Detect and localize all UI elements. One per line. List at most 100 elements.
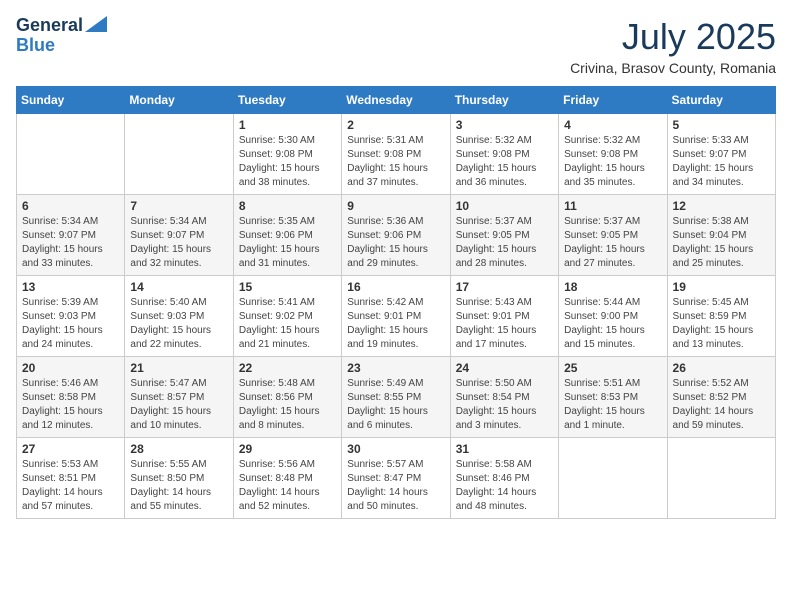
day-number: 17 (456, 280, 553, 294)
logo-blue: Blue (16, 36, 55, 56)
day-number: 14 (130, 280, 227, 294)
day-info: Sunrise: 5:35 AM Sunset: 9:06 PM Dayligh… (239, 215, 336, 271)
weekday-header-sunday: Sunday (17, 87, 125, 114)
day-number: 31 (456, 442, 553, 456)
calendar-cell: 14 Sunrise: 5:40 AM Sunset: 9:03 PM Dayli… (125, 276, 233, 357)
calendar-cell (125, 114, 233, 195)
calendar-cell: 27 Sunrise: 5:53 AM Sunset: 8:51 PM Dayli… (17, 438, 125, 519)
calendar-cell: 20 Sunrise: 5:46 AM Sunset: 8:58 PM Dayli… (17, 357, 125, 438)
calendar-cell: 13 Sunrise: 5:39 AM Sunset: 9:03 PM Dayli… (17, 276, 125, 357)
day-info: Sunrise: 5:38 AM Sunset: 9:04 PM Dayligh… (673, 215, 770, 271)
page-header: General Blue July 2025 Crivina, Brasov C… (16, 16, 776, 76)
day-info: Sunrise: 5:34 AM Sunset: 9:07 PM Dayligh… (22, 215, 119, 271)
day-number: 13 (22, 280, 119, 294)
calendar-cell (17, 114, 125, 195)
calendar-cell (559, 438, 667, 519)
month-year-title: July 2025 (570, 16, 776, 58)
calendar-cell: 2Sunrise: 5:31 AM Sunset: 9:08 PM Daylig… (342, 114, 450, 195)
day-number: 20 (22, 361, 119, 375)
day-number: 15 (239, 280, 336, 294)
weekday-header-wednesday: Wednesday (342, 87, 450, 114)
calendar-cell: 15 Sunrise: 5:41 AM Sunset: 9:02 PM Dayli… (233, 276, 341, 357)
calendar-cell: 25 Sunrise: 5:51 AM Sunset: 8:53 PM Dayli… (559, 357, 667, 438)
day-info: Sunrise: 5:53 AM Sunset: 8:51 PM Dayligh… (22, 458, 119, 514)
day-info: Sunrise: 5:30 AM Sunset: 9:08 PM Dayligh… (239, 134, 336, 190)
calendar-cell: 4 Sunrise: 5:32 AM Sunset: 9:08 PM Daylig… (559, 114, 667, 195)
day-number: 16 (347, 280, 444, 294)
day-number: 24 (456, 361, 553, 375)
logo-icon (85, 16, 107, 32)
day-number: 18 (564, 280, 661, 294)
calendar-cell: 9Sunrise: 5:36 AM Sunset: 9:06 PM Daylig… (342, 195, 450, 276)
day-number: 22 (239, 361, 336, 375)
day-info: Sunrise: 5:49 AM Sunset: 8:55 PM Dayligh… (347, 377, 444, 433)
day-number: 28 (130, 442, 227, 456)
day-info: Sunrise: 5:40 AM Sunset: 9:03 PM Dayligh… (130, 296, 227, 352)
calendar-cell: 22 Sunrise: 5:48 AM Sunset: 8:56 PM Dayli… (233, 357, 341, 438)
day-info: Sunrise: 5:33 AM Sunset: 9:07 PM Dayligh… (673, 134, 770, 190)
calendar-table: SundayMondayTuesdayWednesdayThursdayFrid… (16, 86, 776, 519)
calendar-cell: 17 Sunrise: 5:43 AM Sunset: 9:01 PM Dayli… (450, 276, 558, 357)
calendar-cell: 11Sunrise: 5:37 AM Sunset: 9:05 PM Dayli… (559, 195, 667, 276)
day-info: Sunrise: 5:32 AM Sunset: 9:08 PM Dayligh… (456, 134, 553, 190)
day-number: 7 (130, 199, 227, 213)
day-number: 4 (564, 118, 661, 132)
day-number: 2 (347, 118, 444, 132)
calendar-cell: 3 Sunrise: 5:32 AM Sunset: 9:08 PM Daylig… (450, 114, 558, 195)
logo-general: General (16, 16, 83, 36)
logo: General Blue (16, 16, 107, 56)
day-info: Sunrise: 5:44 AM Sunset: 9:00 PM Dayligh… (564, 296, 661, 352)
day-number: 29 (239, 442, 336, 456)
calendar-cell: 18 Sunrise: 5:44 AM Sunset: 9:00 PM Dayli… (559, 276, 667, 357)
day-number: 10 (456, 199, 553, 213)
day-info: Sunrise: 5:56 AM Sunset: 8:48 PM Dayligh… (239, 458, 336, 514)
weekday-header-saturday: Saturday (667, 87, 775, 114)
day-info: Sunrise: 5:45 AM Sunset: 8:59 PM Dayligh… (673, 296, 770, 352)
day-number: 6 (22, 199, 119, 213)
day-number: 1 (239, 118, 336, 132)
day-info: Sunrise: 5:39 AM Sunset: 9:03 PM Dayligh… (22, 296, 119, 352)
calendar-cell: 30Sunrise: 5:57 AM Sunset: 8:47 PM Dayli… (342, 438, 450, 519)
calendar-week-row: 13 Sunrise: 5:39 AM Sunset: 9:03 PM Dayli… (17, 276, 776, 357)
day-number: 5 (673, 118, 770, 132)
calendar-cell: 29 Sunrise: 5:56 AM Sunset: 8:48 PM Dayli… (233, 438, 341, 519)
day-number: 23 (347, 361, 444, 375)
day-info: Sunrise: 5:32 AM Sunset: 9:08 PM Dayligh… (564, 134, 661, 190)
day-info: Sunrise: 5:48 AM Sunset: 8:56 PM Dayligh… (239, 377, 336, 433)
day-number: 30 (347, 442, 444, 456)
day-number: 3 (456, 118, 553, 132)
calendar-cell: 21Sunrise: 5:47 AM Sunset: 8:57 PM Dayli… (125, 357, 233, 438)
day-number: 26 (673, 361, 770, 375)
day-number: 25 (564, 361, 661, 375)
calendar-cell: 7 Sunrise: 5:34 AM Sunset: 9:07 PM Daylig… (125, 195, 233, 276)
day-info: Sunrise: 5:34 AM Sunset: 9:07 PM Dayligh… (130, 215, 227, 271)
calendar-cell: 12 Sunrise: 5:38 AM Sunset: 9:04 PM Dayli… (667, 195, 775, 276)
day-number: 21 (130, 361, 227, 375)
day-info: Sunrise: 5:51 AM Sunset: 8:53 PM Dayligh… (564, 377, 661, 433)
calendar-cell: 19 Sunrise: 5:45 AM Sunset: 8:59 PM Dayli… (667, 276, 775, 357)
calendar-cell: 28 Sunrise: 5:55 AM Sunset: 8:50 PM Dayli… (125, 438, 233, 519)
title-section: July 2025 Crivina, Brasov County, Romani… (570, 16, 776, 76)
calendar-week-row: 20 Sunrise: 5:46 AM Sunset: 8:58 PM Dayli… (17, 357, 776, 438)
calendar-cell: 31Sunrise: 5:58 AM Sunset: 8:46 PM Dayli… (450, 438, 558, 519)
day-info: Sunrise: 5:41 AM Sunset: 9:02 PM Dayligh… (239, 296, 336, 352)
day-number: 27 (22, 442, 119, 456)
day-info: Sunrise: 5:37 AM Sunset: 9:05 PM Dayligh… (564, 215, 661, 271)
day-number: 12 (673, 199, 770, 213)
weekday-header-friday: Friday (559, 87, 667, 114)
weekday-header-tuesday: Tuesday (233, 87, 341, 114)
calendar-cell: 16 Sunrise: 5:42 AM Sunset: 9:01 PM Dayli… (342, 276, 450, 357)
weekday-header-monday: Monday (125, 87, 233, 114)
day-info: Sunrise: 5:46 AM Sunset: 8:58 PM Dayligh… (22, 377, 119, 433)
calendar-week-row: 27 Sunrise: 5:53 AM Sunset: 8:51 PM Dayli… (17, 438, 776, 519)
location-title: Crivina, Brasov County, Romania (570, 60, 776, 76)
day-info: Sunrise: 5:42 AM Sunset: 9:01 PM Dayligh… (347, 296, 444, 352)
calendar-cell: 8Sunrise: 5:35 AM Sunset: 9:06 PM Daylig… (233, 195, 341, 276)
day-info: Sunrise: 5:43 AM Sunset: 9:01 PM Dayligh… (456, 296, 553, 352)
day-info: Sunrise: 5:55 AM Sunset: 8:50 PM Dayligh… (130, 458, 227, 514)
day-info: Sunrise: 5:50 AM Sunset: 8:54 PM Dayligh… (456, 377, 553, 433)
calendar-cell: 1 Sunrise: 5:30 AM Sunset: 9:08 PM Daylig… (233, 114, 341, 195)
weekday-header-row: SundayMondayTuesdayWednesdayThursdayFrid… (17, 87, 776, 114)
calendar-cell: 26Sunrise: 5:52 AM Sunset: 8:52 PM Dayli… (667, 357, 775, 438)
day-number: 19 (673, 280, 770, 294)
